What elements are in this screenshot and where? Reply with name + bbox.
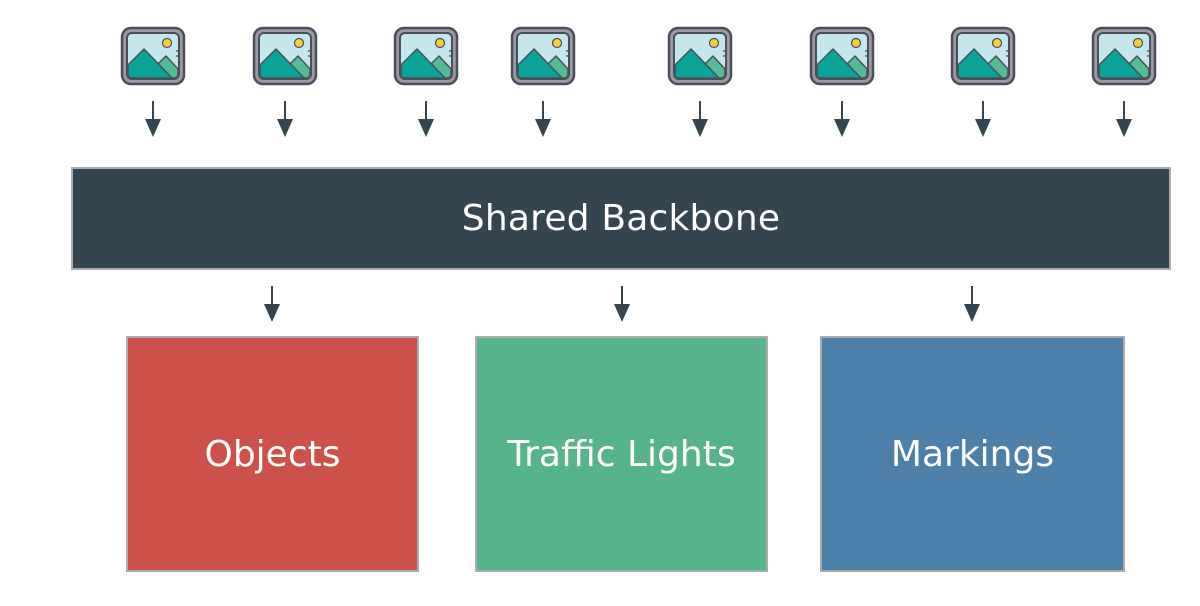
arrow-down-icon [145,101,161,137]
head-objects-block: Objects [126,336,419,572]
image-icon [252,26,318,86]
image-icon [950,26,1016,86]
arrow-down-icon [1116,101,1132,137]
image-icon [667,26,733,86]
arrow-down-icon [418,101,434,137]
arrow-down-icon [964,286,980,322]
arrow-down-icon [614,286,630,322]
image-icon [393,26,459,86]
head-traffic-lights-block: Traffic Lights [475,336,768,572]
image-icon [809,26,875,86]
arrow-down-icon [975,101,991,137]
head-traffic-lights-label: Traffic Lights [507,433,736,475]
image-icon [510,26,576,86]
shared-backbone-block: Shared Backbone [71,167,1171,270]
arrow-down-icon [264,286,280,322]
arrow-down-icon [834,101,850,137]
image-icon [1091,26,1157,86]
head-markings-block: Markings [820,336,1125,572]
head-objects-label: Objects [204,433,341,475]
arrow-down-icon [277,101,293,137]
shared-backbone-label: Shared Backbone [461,198,781,239]
arrow-down-icon [535,101,551,137]
arrow-down-icon [692,101,708,137]
head-markings-label: Markings [890,433,1055,475]
image-icon [120,26,186,86]
